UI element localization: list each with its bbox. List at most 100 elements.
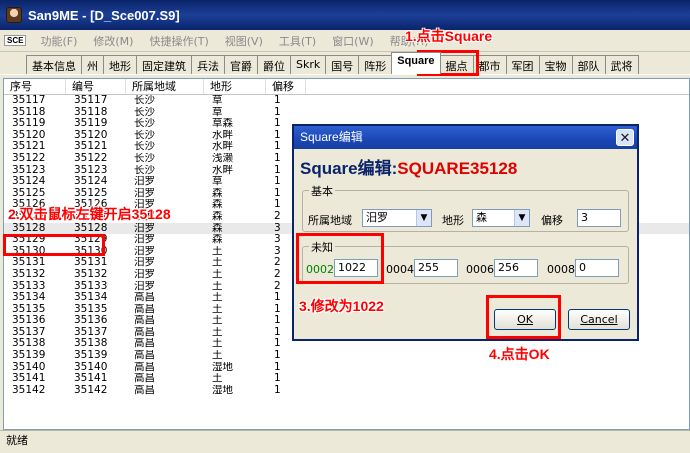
row-region: 汨罗 bbox=[134, 234, 155, 246]
row-id: 35140 bbox=[74, 361, 108, 373]
header-index[interactable]: 序号 bbox=[4, 79, 66, 94]
header-region[interactable]: 所属地域 bbox=[126, 79, 204, 94]
tab-title[interactable]: 爵位 bbox=[257, 55, 291, 74]
header-id[interactable]: 编号 bbox=[66, 79, 126, 94]
terrain-select-value: 森 bbox=[476, 211, 487, 224]
row-terrain: 土 bbox=[212, 268, 223, 280]
tab-treasure[interactable]: 宝物 bbox=[538, 55, 573, 74]
row-id: 35137 bbox=[74, 326, 108, 338]
tab-country-name[interactable]: 国号 bbox=[325, 55, 360, 74]
table-row[interactable]: 35139 35139 高昌 土 1 bbox=[4, 350, 689, 362]
list-header: 序号 编号 所属地域 地形 偏移 bbox=[4, 79, 689, 95]
tab-tactics[interactable]: 兵法 bbox=[191, 55, 225, 74]
tab-fixed-building[interactable]: 固定建筑 bbox=[136, 55, 192, 74]
dialog-titlebar[interactable]: Square编辑 ✕ bbox=[294, 126, 637, 149]
tab-legion[interactable]: 军团 bbox=[505, 55, 540, 74]
row-terrain: 土 bbox=[212, 245, 223, 257]
row-terrain: 草 bbox=[212, 176, 223, 188]
row-index: 35124 bbox=[12, 176, 46, 188]
menu-shortcut[interactable]: 快捷操作(T) bbox=[149, 33, 208, 49]
basic-group-label: 基本 bbox=[309, 183, 335, 199]
menu-function[interactable]: 功能(F) bbox=[40, 33, 77, 49]
row-id: 35123 bbox=[74, 164, 108, 176]
chevron-down-icon[interactable]: ▼ bbox=[416, 210, 431, 226]
row-terrain: 土 bbox=[212, 373, 223, 385]
status-text: 就绪 bbox=[6, 434, 28, 447]
menu-modify[interactable]: 修改(M) bbox=[93, 33, 133, 49]
row-index: 35128 bbox=[12, 222, 46, 234]
table-row[interactable]: 35141 35141 高昌 土 1 bbox=[4, 373, 689, 385]
tab-square[interactable]: Square bbox=[391, 52, 441, 74]
header-offset[interactable]: 偏移 bbox=[266, 79, 306, 94]
region-select-value: 汨罗 bbox=[366, 211, 388, 224]
row-id: 35133 bbox=[74, 280, 108, 292]
region-select[interactable]: 汨罗 ▼ bbox=[362, 209, 432, 227]
close-icon[interactable]: ✕ bbox=[616, 129, 634, 146]
tab-general[interactable]: 武将 bbox=[604, 55, 639, 74]
annotation-step2: 2.双击鼠标左键开启35128 bbox=[8, 206, 171, 222]
menu-window[interactable]: 窗口(W) bbox=[332, 33, 373, 49]
field-input-0006[interactable]: 256 bbox=[494, 259, 538, 277]
tab-terrain[interactable]: 地形 bbox=[103, 55, 137, 74]
row-region: 长沙 bbox=[134, 106, 155, 118]
table-row[interactable]: 35142 35142 高昌 湿地 1 bbox=[4, 385, 689, 397]
field-input-0008[interactable]: 0 bbox=[575, 259, 619, 277]
offset-input[interactable]: 3 bbox=[577, 209, 621, 227]
row-offset: 1 bbox=[274, 106, 281, 118]
row-region: 汨罗 bbox=[134, 245, 155, 257]
table-row[interactable]: 35140 35140 高昌 湿地 1 bbox=[4, 362, 689, 374]
row-region: 高昌 bbox=[134, 373, 155, 385]
tab-skrk[interactable]: Skrk bbox=[290, 55, 327, 74]
tab-state[interactable]: 州 bbox=[81, 55, 104, 74]
cancel-button[interactable]: Cancel bbox=[568, 309, 630, 330]
row-terrain: 森 bbox=[212, 187, 223, 199]
table-row[interactable]: 35118 35118 长沙 草 1 bbox=[4, 107, 689, 119]
menu-view[interactable]: 视图(V) bbox=[225, 33, 263, 49]
row-terrain: 土 bbox=[212, 350, 223, 362]
row-region: 长沙 bbox=[134, 95, 155, 106]
row-region: 汨罗 bbox=[134, 176, 155, 188]
table-row[interactable]: 35117 35117 长沙 草 1 bbox=[4, 95, 689, 107]
row-region: 长沙 bbox=[134, 129, 155, 141]
menu-logo-icon: SCE bbox=[4, 35, 27, 46]
row-id: 35117 bbox=[74, 95, 108, 106]
menu-tools[interactable]: 工具(T) bbox=[279, 33, 316, 49]
row-terrain: 水畔 bbox=[212, 129, 233, 141]
row-id: 35135 bbox=[74, 303, 108, 315]
chevron-down-icon[interactable]: ▼ bbox=[514, 210, 529, 226]
tab-basic-info[interactable]: 基本信息 bbox=[26, 55, 82, 74]
row-offset: 1 bbox=[274, 384, 281, 396]
row-terrain: 土 bbox=[212, 280, 223, 292]
row-terrain: 水畔 bbox=[212, 141, 233, 153]
row-index: 35134 bbox=[12, 292, 46, 304]
row-region: 汨罗 bbox=[134, 268, 155, 280]
row-id: 35120 bbox=[74, 129, 108, 141]
row-offset: 1 bbox=[274, 361, 281, 373]
row-index: 35141 bbox=[12, 373, 46, 385]
row-terrain: 森 bbox=[212, 234, 223, 246]
row-region: 汨罗 bbox=[134, 187, 155, 199]
header-terrain[interactable]: 地形 bbox=[204, 79, 266, 94]
row-id: 35132 bbox=[74, 268, 108, 280]
field-value-0004: 255 bbox=[418, 261, 439, 274]
region-label: 所属地域 bbox=[308, 214, 352, 227]
tab-unit[interactable]: 部队 bbox=[571, 55, 606, 74]
row-region: 汨罗 bbox=[134, 257, 155, 269]
dialog-heading-id: SQUARE35128 bbox=[397, 159, 518, 178]
row-terrain: 土 bbox=[212, 303, 223, 315]
tab-formation[interactable]: 阵形 bbox=[358, 55, 393, 74]
row-region: 长沙 bbox=[134, 118, 155, 130]
row-id: 35121 bbox=[74, 141, 108, 153]
field-value-0008: 0 bbox=[579, 261, 586, 274]
row-index: 35140 bbox=[12, 361, 46, 373]
tab-official-rank[interactable]: 官爵 bbox=[224, 55, 258, 74]
annotation-step4: 4.点击OK bbox=[489, 346, 550, 362]
annotation-box-field-0002 bbox=[296, 233, 384, 284]
row-offset: 1 bbox=[274, 95, 281, 106]
field-input-0004[interactable]: 255 bbox=[414, 259, 458, 277]
row-index: 35137 bbox=[12, 326, 46, 338]
menu-bar: SCE 功能(F) 修改(M) 快捷操作(T) 视图(V) 工具(T) 窗口(W… bbox=[0, 30, 690, 52]
terrain-select[interactable]: 森 ▼ bbox=[472, 209, 530, 227]
row-index: 35123 bbox=[12, 164, 46, 176]
row-terrain: 湿地 bbox=[212, 361, 233, 373]
